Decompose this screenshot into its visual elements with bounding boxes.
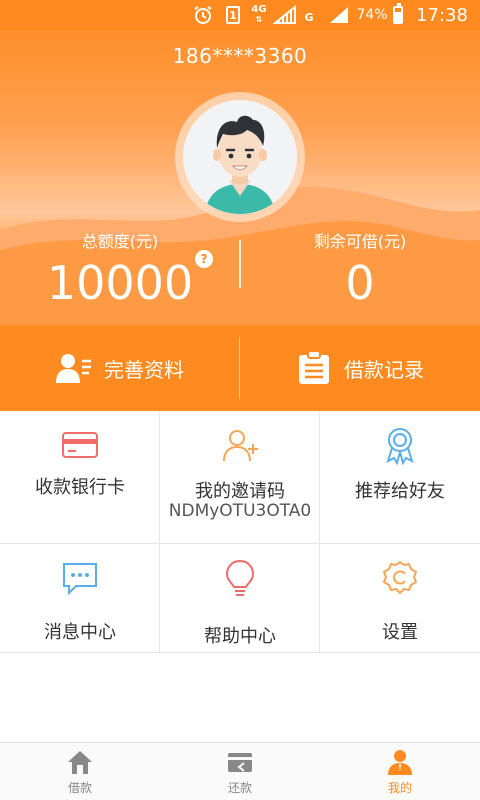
tab-mine-label: 我的 xyxy=(387,781,412,795)
avatar[interactable] xyxy=(183,100,297,214)
complete-profile-label: 完善资料 xyxy=(104,357,184,382)
invite-code-value: NDMyOTU3OTA0 xyxy=(168,501,312,521)
gear-icon xyxy=(383,561,417,594)
bottom-tab-bar: 借款 还款 我的 xyxy=(0,742,480,800)
network-g: G xyxy=(304,11,314,24)
loan-records-label: 借款记录 xyxy=(344,357,424,382)
invite-code-item[interactable]: 我的邀请码 NDMyOTU3OTA0 xyxy=(160,411,320,532)
tab-mine[interactable]: 我的 xyxy=(320,743,480,800)
loan-records-button[interactable]: 借款记录 xyxy=(240,325,480,411)
tab-borrow[interactable]: 借款 xyxy=(0,743,160,800)
network-4g-label: 4G xyxy=(251,4,267,15)
recommend-item[interactable]: 推荐给好友 xyxy=(320,411,480,532)
signal-icon xyxy=(328,0,350,30)
user-avatar-icon xyxy=(183,100,297,214)
alarm-icon xyxy=(192,0,214,30)
bank-card-icon xyxy=(62,432,98,458)
battery-icon xyxy=(392,0,404,30)
total-credit-label: 总额度(元) xyxy=(81,232,159,251)
remaining-credit: 剩余可借(元) 0 xyxy=(240,228,480,308)
complete-profile-button[interactable]: 完善资料 xyxy=(0,325,240,411)
tab-repay-label: 还款 xyxy=(227,781,252,795)
clock: 17:38 xyxy=(416,4,468,26)
lightbulb-icon xyxy=(225,559,255,596)
card-return-icon xyxy=(228,753,252,772)
message-center-item[interactable]: 消息中心 xyxy=(0,544,160,665)
settings-label: 设置 xyxy=(382,622,418,643)
network-4g: 4G ⇅ xyxy=(251,4,267,25)
add-user-icon xyxy=(223,430,258,462)
status-bar: 1 4G ⇅ G 74% 17:38 xyxy=(0,0,480,30)
sim-number: 1 xyxy=(226,6,240,24)
house-icon xyxy=(68,751,92,774)
menu-grid: 收款银行卡 我的邀请码 NDMyOTU3OTA0 推荐给好友 消息中心 帮助中心… xyxy=(0,411,480,653)
invite-code-label: 我的邀请码 xyxy=(195,481,285,502)
settings-item[interactable]: 设置 xyxy=(320,544,480,665)
profile-card-icon xyxy=(56,350,92,386)
message-center-label: 消息中心 xyxy=(44,622,116,643)
tab-borrow-label: 借款 xyxy=(67,781,92,795)
sim-icon: 1 xyxy=(224,0,242,30)
help-icon[interactable]: ? xyxy=(195,250,213,268)
person-icon xyxy=(388,750,412,775)
help-center-label: 帮助中心 xyxy=(204,626,276,647)
remaining-credit-value: 0 xyxy=(345,256,375,310)
clipboard-icon xyxy=(296,350,332,386)
battery-percent: 74% xyxy=(356,7,388,23)
profile-header: 186****3360 总额度(元) 10000 ? 剩余可借(元) 0 xyxy=(0,30,480,325)
award-ribbon-icon xyxy=(386,428,414,465)
chat-bubble-icon xyxy=(63,563,97,596)
recommend-label: 推荐给好友 xyxy=(355,481,445,502)
help-center-item[interactable]: 帮助中心 xyxy=(160,544,320,665)
total-credit: 总额度(元) 10000 xyxy=(0,228,240,308)
phone-number: 186****3360 xyxy=(172,44,308,68)
bank-card-item[interactable]: 收款银行卡 xyxy=(0,411,160,532)
action-bar: 完善资料 借款记录 xyxy=(0,325,480,411)
bank-card-label: 收款银行卡 xyxy=(35,477,125,498)
tab-repay[interactable]: 还款 xyxy=(160,743,320,800)
signal-icon xyxy=(272,0,298,30)
remaining-credit-label: 剩余可借(元) xyxy=(313,232,407,251)
